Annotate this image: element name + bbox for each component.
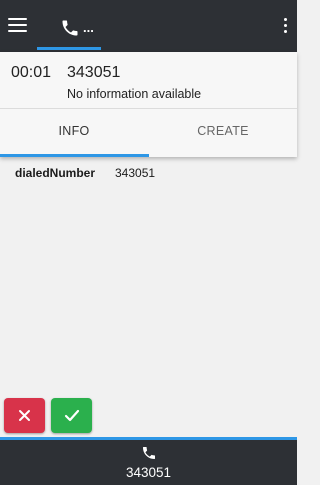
info-key: dialedNumber xyxy=(15,166,96,180)
reject-call-button[interactable] xyxy=(4,398,45,433)
hamburger-menu-icon[interactable] xyxy=(8,18,28,34)
active-tab-indicator xyxy=(37,47,101,50)
call-duration: 00:01 xyxy=(11,64,52,81)
tab-ellipsis: ... xyxy=(83,20,94,35)
active-call-bar[interactable]: 343051 xyxy=(0,437,297,485)
close-icon xyxy=(19,410,30,421)
info-tab-underline xyxy=(0,154,149,157)
check-icon xyxy=(64,409,80,422)
call-info-card: 00:01 343051 No information available IN… xyxy=(0,52,297,157)
caller-info-text: No information available xyxy=(67,87,202,101)
tab-create[interactable]: CREATE xyxy=(149,109,297,154)
kebab-menu-icon[interactable] xyxy=(282,18,288,34)
active-call-number: 343051 xyxy=(125,465,172,480)
call-number: 343051 xyxy=(67,64,121,81)
phone-icon xyxy=(62,20,78,36)
phone-icon xyxy=(143,447,155,459)
tab-info[interactable]: INFO xyxy=(0,109,148,154)
tab-phone[interactable]: ... xyxy=(37,0,101,52)
info-value: 343051 xyxy=(115,166,156,180)
accept-call-button[interactable] xyxy=(51,398,92,433)
top-app-bar: ... xyxy=(0,0,297,52)
